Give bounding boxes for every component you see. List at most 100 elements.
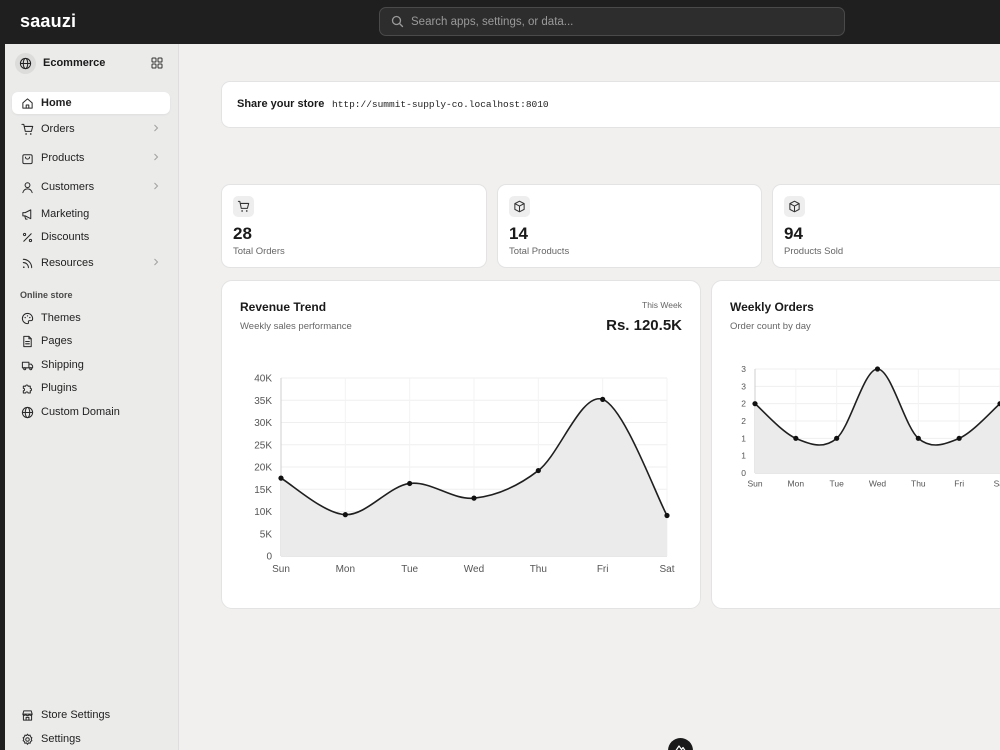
sidebar-item-themes[interactable]: Themes — [12, 307, 170, 329]
x-tick-label: Mon — [336, 564, 355, 575]
sidebar-item-label: Custom Domain — [41, 406, 120, 418]
x-tick-label: Sat — [994, 479, 1000, 489]
data-point — [342, 512, 348, 518]
sidebar-item-shipping[interactable]: Shipping — [12, 354, 170, 376]
stat-card-products-sold: 94 Products Sold — [772, 184, 1000, 268]
sidebar-item-pages[interactable]: Pages — [12, 330, 170, 352]
stat-value: 28 — [233, 224, 252, 243]
bag-icon — [22, 154, 33, 165]
chevron-right-icon — [154, 258, 159, 266]
x-tick-label: Sat — [659, 564, 674, 575]
y-tick-label: 15K — [254, 485, 272, 496]
data-point — [793, 435, 799, 441]
mountain-icon — [675, 745, 686, 750]
sidebar-item-label: Marketing — [41, 208, 90, 220]
sidebar-item-label: Themes — [41, 312, 81, 324]
cart-icon — [21, 123, 34, 135]
y-tick-label: 1 — [741, 451, 746, 461]
sidebar-item-label: Store Settings — [41, 709, 111, 721]
sidebar-item-custom-domain[interactable]: Custom Domain — [12, 401, 170, 423]
chevron-right-icon — [154, 124, 159, 132]
sidebar-item-home[interactable]: Home — [12, 92, 170, 114]
y-tick-label: 0 — [741, 468, 746, 478]
stat-label: Total Orders — [233, 246, 285, 257]
gear-icon — [22, 733, 33, 745]
megaphone-icon — [22, 209, 32, 220]
user-icon — [22, 182, 33, 194]
stat-icon-box — [784, 196, 805, 217]
stat-value: 94 — [784, 224, 803, 243]
store-avatar — [15, 53, 36, 74]
revenue-trend-card: Revenue Trend Weekly sales performance T… — [221, 280, 701, 609]
home-icon — [22, 98, 33, 109]
page-icon — [23, 335, 32, 348]
stat-icon-box — [233, 196, 254, 217]
search-input[interactable] — [411, 8, 831, 35]
data-point — [752, 401, 758, 407]
store-url-link[interactable]: http://summit-supply-co.localhost:8010 — [332, 99, 549, 110]
y-tick-label: 30K — [254, 418, 272, 429]
store-icon — [22, 710, 33, 721]
x-tick-label: Wed — [464, 564, 484, 575]
x-tick-label: Sun — [747, 479, 762, 489]
store-name: Ecommerce — [43, 57, 106, 69]
sidebar-item-label: Pages — [41, 335, 73, 347]
floating-action-button[interactable] — [668, 738, 693, 750]
sidebar-item-label: Home — [41, 97, 72, 109]
x-tick-label: Tue — [829, 479, 844, 489]
y-tick-label: 10K — [254, 507, 272, 518]
data-point — [278, 475, 284, 481]
sidebar-item-settings[interactable]: Settings — [12, 728, 170, 750]
data-point — [664, 512, 670, 519]
sidebar-item-label: Shipping — [41, 359, 84, 371]
sidebar-item-label: Discounts — [41, 231, 90, 243]
box-icon — [514, 200, 525, 213]
x-tick-label: Sun — [272, 564, 290, 575]
globe-icon — [19, 57, 32, 70]
stat-label: Products Sold — [784, 246, 844, 257]
sidebar-item-marketing[interactable]: Marketing — [12, 203, 170, 225]
stat-icon-box — [509, 196, 530, 217]
data-point — [874, 366, 881, 372]
sidebar-item-plugins[interactable]: Plugins — [12, 377, 170, 399]
y-tick-label: 0 — [266, 552, 272, 563]
sidebar-item-label: Plugins — [41, 382, 78, 394]
puzzle-icon — [22, 384, 32, 394]
chevron-right-icon — [154, 182, 159, 190]
weekly-orders-card: Weekly Orders Order count by day 0112233… — [711, 280, 1000, 609]
stat-card-total-orders: 28 Total Orders — [221, 184, 487, 268]
y-tick-label: 5K — [260, 529, 273, 540]
rss-icon — [22, 258, 33, 269]
data-point — [600, 396, 606, 402]
data-point — [956, 435, 962, 441]
revenue-chart: 0 5K 10K 15K 20K 25K 30K 35K 40K Sun Mon Tue Wed Thu F… — [254, 374, 675, 576]
data-point — [915, 435, 921, 441]
y-tick-label: 2 — [741, 399, 746, 409]
sidebar-section-label: Online store — [20, 290, 73, 300]
sidebar-item-store-settings[interactable]: Store Settings — [12, 704, 170, 726]
y-tick-label: 40K — [254, 374, 272, 385]
stat-card-total-products: 14 Total Products — [497, 184, 762, 268]
app-logo[interactable]: saauzi — [20, 11, 76, 32]
sidebar-item-customers[interactable]: Customers — [12, 176, 170, 198]
sidebar-item-orders[interactable]: Orders — [12, 118, 170, 140]
x-tick-label: Fri — [954, 479, 964, 489]
y-tick-label: 3 — [741, 364, 746, 374]
sidebar-item-label: Settings — [41, 733, 81, 745]
y-tick-label: 35K — [254, 396, 272, 407]
sidebar-item-discounts[interactable]: Discounts — [12, 226, 170, 248]
stat-label: Total Products — [509, 246, 570, 257]
sidebar-item-label: Resources — [41, 257, 94, 269]
x-tick-label: Wed — [869, 479, 887, 489]
sidebar: Ecommerce Online store Home Orders Product… — [5, 44, 179, 750]
store-switcher[interactable]: Ecommerce — [15, 53, 167, 75]
cart-icon — [237, 200, 250, 212]
sidebar-item-products[interactable]: Products — [12, 147, 170, 169]
x-tick-label: Thu — [530, 564, 547, 575]
sidebar-item-resources[interactable]: Resources — [12, 252, 170, 274]
y-tick-label: 25K — [254, 440, 272, 451]
search-box[interactable] — [379, 7, 845, 36]
data-point — [834, 435, 840, 441]
sidebar-item-label: Products — [41, 152, 85, 164]
grid-icon[interactable] — [151, 57, 163, 69]
